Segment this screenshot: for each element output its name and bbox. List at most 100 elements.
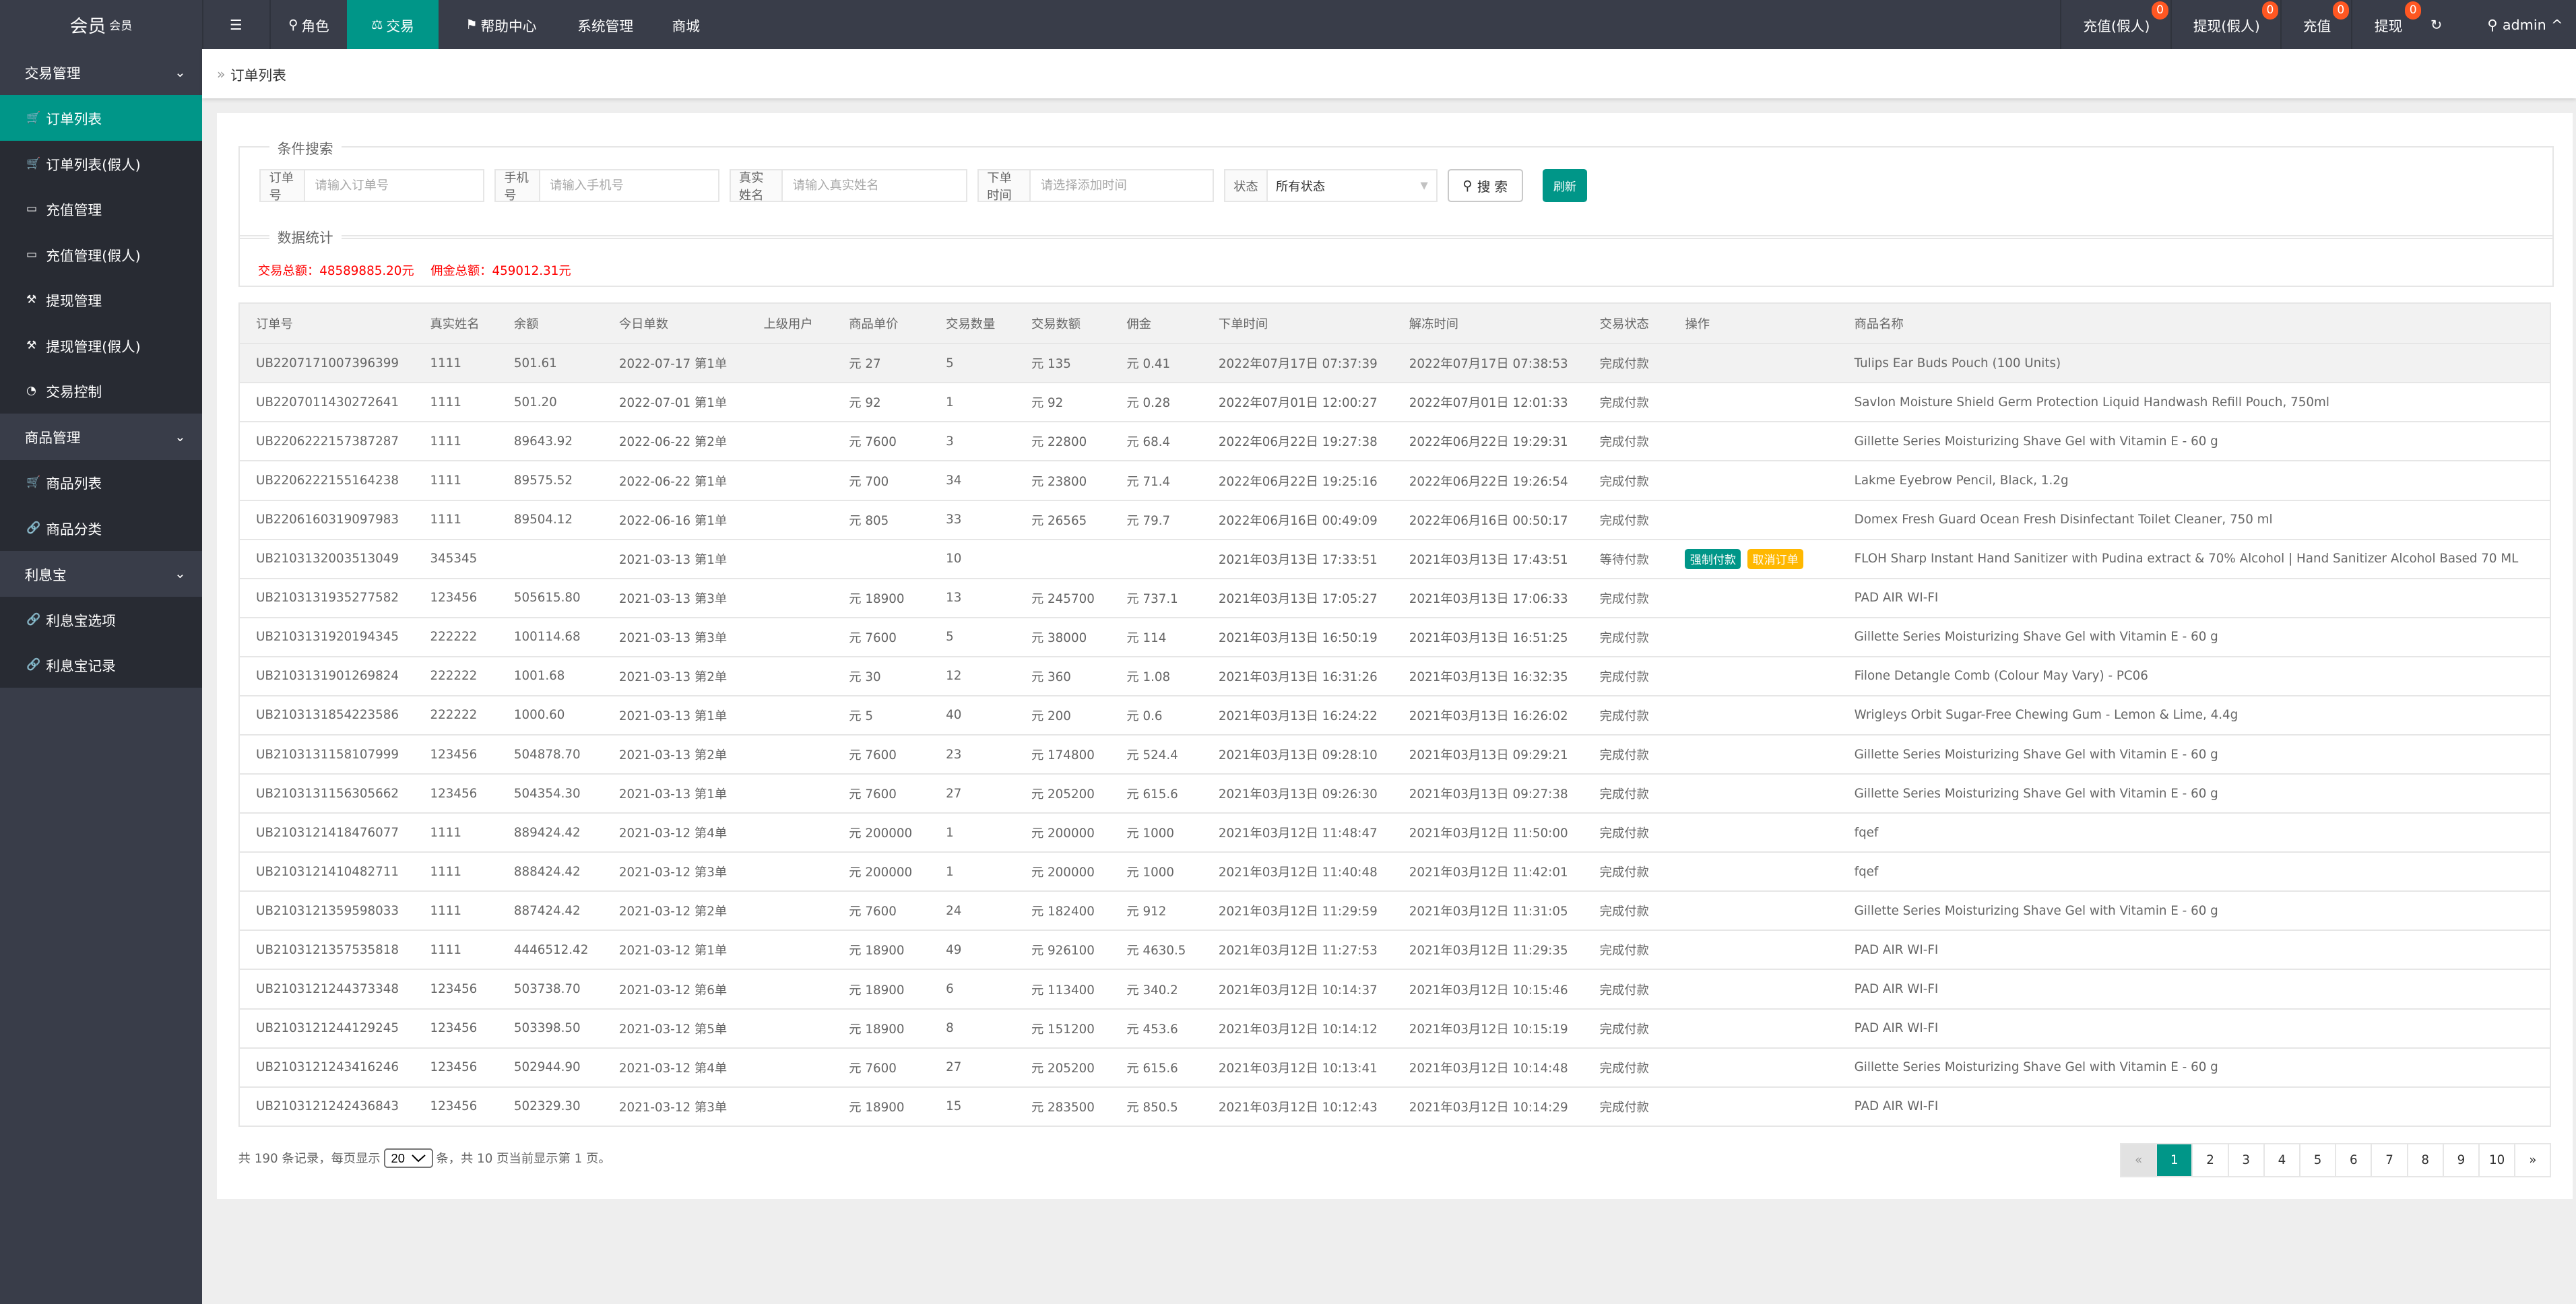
- logo: 会员 会员: [0, 0, 203, 50]
- table-cell: 2022年06月22日 19:26:54: [1392, 460, 1584, 500]
- table-row[interactable]: UB2206160319097983 1111 89504.12 2022-06-16…: [238, 499, 2551, 540]
- page-button[interactable]: 10: [2480, 1144, 2516, 1176]
- table-row[interactable]: UB2103121244129245 123456 503398.50 2021-03…: [238, 1008, 2551, 1048]
- status-select[interactable]: 所有状态 ▼: [1268, 170, 1436, 201]
- page-button[interactable]: 6: [2336, 1144, 2373, 1176]
- table-cell: 完成付款: [1583, 890, 1669, 931]
- table-cell: 元 7600: [832, 1047, 930, 1087]
- sidebar-item[interactable]: ◔ 交易控制: [0, 368, 202, 414]
- table-cell: UB2103131901269824: [238, 655, 414, 696]
- table-row[interactable]: UB2206222157387287 1111 89643.92 2022-06-22…: [238, 421, 2551, 461]
- sidebar-item[interactable]: 🛒 订单列表(假人): [0, 140, 202, 187]
- table-row[interactable]: UB2103131158107999 123456 504878.70 2021-03…: [238, 734, 2551, 775]
- table-row[interactable]: UB2103121242436843 123456 502329.30 2021-03…: [238, 1086, 2551, 1126]
- sidebar-group-1[interactable]: 商品管理 ⌄: [0, 414, 202, 460]
- next-page-button[interactable]: »: [2515, 1144, 2550, 1176]
- page-button[interactable]: 8: [2408, 1144, 2444, 1176]
- sidebar-group-0[interactable]: 交易管理 ⌄: [0, 49, 202, 96]
- table-row[interactable]: UB2103131920194345 222222 100114.68 2021-03…: [238, 616, 2551, 657]
- table-row[interactable]: UB2103121357535818 1111 4446512.42 2021-03-…: [238, 930, 2551, 970]
- table-cell: 元 524.4: [1110, 734, 1202, 775]
- sidebar-item[interactable]: ⚒ 提现管理: [0, 277, 202, 323]
- table-row[interactable]: UB2206222155164238 1111 89575.52 2022-06-22…: [238, 460, 2551, 500]
- table-cell: 元 283500: [1015, 1086, 1110, 1126]
- refresh-button[interactable]: 刷新: [1543, 169, 1587, 202]
- table-row[interactable]: UB2103121359598033 1111 887424.42 2021-03-1…: [238, 890, 2551, 931]
- phone-input[interactable]: [540, 170, 719, 201]
- rightnav-2[interactable]: 充值 0: [2280, 0, 2352, 50]
- table-cell: [1669, 1086, 1838, 1126]
- real-name-input[interactable]: [783, 170, 967, 201]
- table-cell: UB2103131854223586: [238, 694, 414, 736]
- topnav-0[interactable]: ⚲ 角色: [271, 0, 346, 49]
- table-row[interactable]: UB2103121243416246 123456 502944.90 2021-03…: [238, 1047, 2551, 1087]
- table-cell: 元 700: [832, 460, 930, 500]
- table-row[interactable]: UB2103121418476077 1111 889424.42 2021-03-1…: [238, 812, 2551, 853]
- table-cell: [1669, 734, 1838, 775]
- topnav-4[interactable]: 商城: [654, 0, 718, 49]
- refresh-page-button[interactable]: ↻: [2426, 0, 2446, 49]
- table-row[interactable]: UB2103121410482711 1111 888424.42 2021-03-1…: [238, 851, 2551, 892]
- table-cell: 元 615.6: [1110, 773, 1202, 814]
- page-button[interactable]: 7: [2372, 1144, 2408, 1176]
- sidebar-item[interactable]: ▭ 充值管理: [0, 186, 202, 232]
- force-pay-button[interactable]: 强制付款: [1685, 548, 1741, 569]
- table-row[interactable]: UB2207011430272641 1111 501.20 2022-07-01 第…: [238, 382, 2551, 422]
- table-cell: [747, 499, 833, 540]
- chevron-down-icon: ⌄: [174, 64, 186, 80]
- rightnav-1[interactable]: 提现(假人) 0: [2170, 0, 2282, 50]
- table-row[interactable]: UB2207171007396399 1111 501.61 2022-07-17 第…: [238, 343, 2551, 383]
- sidebar-item[interactable]: 🔗 利息宝选项: [0, 596, 202, 643]
- search-legend: 条件搜索: [269, 137, 342, 158]
- topnav-2[interactable]: ⚑ 帮助中心: [445, 0, 557, 49]
- table-cell: 元 5: [832, 694, 930, 736]
- table-cell: [497, 538, 603, 579]
- menu-toggle-button[interactable]: ☰: [202, 0, 271, 50]
- link-icon: 🔗: [26, 658, 41, 672]
- table-cell: 13: [929, 577, 1015, 618]
- status-value: 所有状态: [1276, 179, 1326, 194]
- page-button[interactable]: 2: [2193, 1144, 2229, 1176]
- sidebar-item[interactable]: 🔗 商品分类: [0, 505, 202, 551]
- sidebar-group-2[interactable]: 利息宝 ⌄: [0, 550, 202, 597]
- user-menu[interactable]: ⚲ admin ^: [2487, 0, 2563, 49]
- prev-page-button[interactable]: «: [2121, 1144, 2158, 1176]
- table-cell: 2021-03-12 第6单: [602, 969, 748, 1009]
- topnav-1[interactable]: ⚖ 交易: [346, 0, 439, 50]
- cancel-order-button[interactable]: 取消订单: [1747, 548, 1803, 569]
- page-size-select[interactable]: 20: [383, 1148, 433, 1168]
- table-row[interactable]: UB2103131935277582 123456 505615.80 2021-03…: [238, 577, 2551, 618]
- sidebar-item[interactable]: 🛒 商品列表: [0, 459, 202, 506]
- table-row[interactable]: UB2103131156305662 123456 504354.30 2021-03…: [238, 773, 2551, 814]
- page-button[interactable]: 5: [2300, 1144, 2337, 1176]
- sidebar-item[interactable]: 🔗 利息宝记录: [0, 642, 202, 688]
- table-cell: UB2103121359598033: [238, 890, 414, 931]
- page-button[interactable]: 1: [2157, 1144, 2193, 1176]
- table-row[interactable]: UB2103131901269824 222222 1001.68 2021-03-1…: [238, 655, 2551, 696]
- table-cell: 元 737.1: [1110, 577, 1202, 618]
- topnav-3[interactable]: 系统管理: [557, 0, 654, 49]
- page-button[interactable]: 9: [2443, 1144, 2480, 1176]
- table-footer: 共 190 条记录，每页显示 20 条，共 10 页当前显示第 1 页。: [238, 1148, 611, 1168]
- caret-down-icon: ▼: [1420, 180, 1428, 192]
- table-row[interactable]: UB2103131854223586 222222 1000.60 2021-03-1…: [238, 694, 2551, 736]
- table-cell: 15: [929, 1086, 1015, 1126]
- order-number-input[interactable]: [304, 170, 484, 201]
- table-row[interactable]: UB2103132003513049 345345 2021-03-13 第1单 10…: [238, 538, 2551, 579]
- table-cell: 2021年03月13日 16:51:25: [1392, 616, 1584, 657]
- page-button[interactable]: 4: [2264, 1144, 2301, 1176]
- rightnav-0[interactable]: 充值(假人) 0: [2060, 0, 2171, 50]
- page-button[interactable]: 3: [2228, 1144, 2265, 1176]
- rightnav-3[interactable]: 提现 0: [2350, 0, 2424, 50]
- order-time-input[interactable]: [1031, 170, 1213, 201]
- table-cell: 元 0.6: [1110, 694, 1202, 736]
- sidebar-item[interactable]: ▭ 充值管理(假人): [0, 232, 202, 278]
- sidebar-item[interactable]: 🛒 订单列表: [0, 95, 202, 141]
- table-cell: [1669, 773, 1838, 814]
- search-button[interactable]: ⚲ 搜 索: [1447, 169, 1523, 202]
- user-icon: ⚲: [2487, 16, 2498, 33]
- table-cell: 元 1000: [1110, 812, 1202, 853]
- table-row[interactable]: UB2103121244373348 123456 503738.70 2021-03…: [238, 969, 2551, 1009]
- table-cell: 24: [929, 890, 1015, 931]
- sidebar-item[interactable]: ⚒ 提现管理(假人): [0, 323, 202, 368]
